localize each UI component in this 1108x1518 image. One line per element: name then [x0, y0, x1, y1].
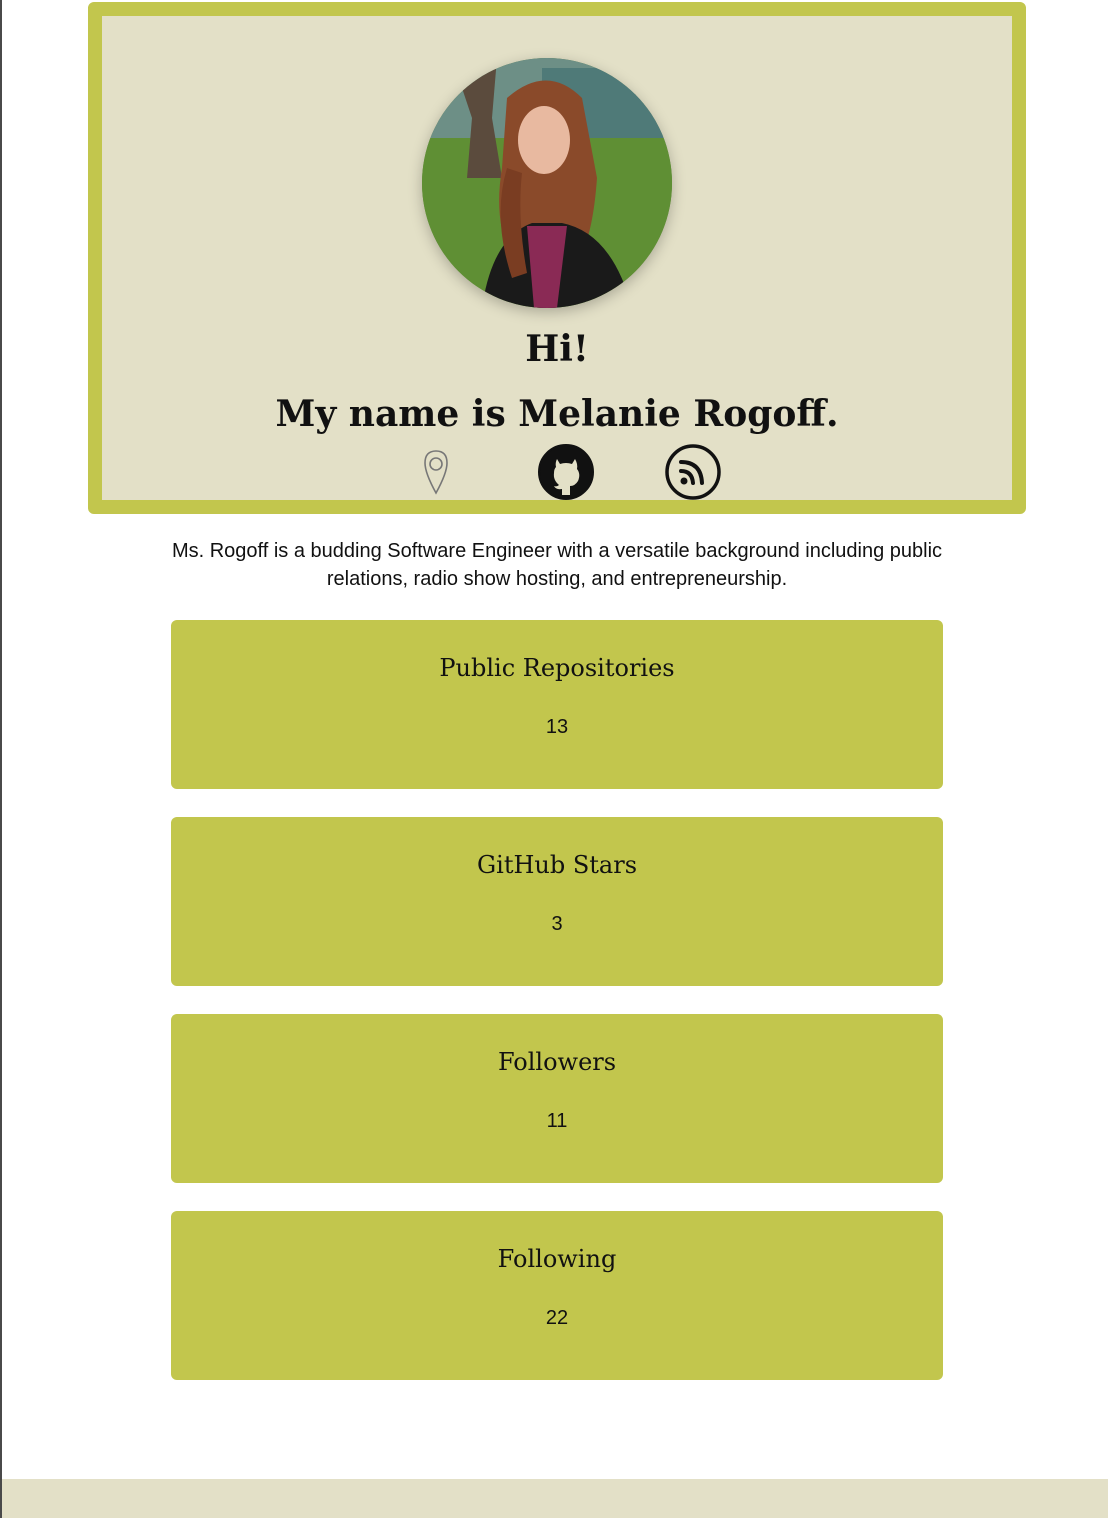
- name-heading: My name is Melanie Rogoff.: [275, 393, 839, 435]
- profile-header: Hi! My name is Melanie Rogoff.: [88, 2, 1026, 514]
- stat-card-public-repositories: Public Repositories 13: [171, 620, 943, 789]
- stat-card-following: Following 22: [171, 1211, 943, 1380]
- stat-title: Public Repositories: [439, 654, 675, 682]
- github-icon[interactable]: [537, 443, 595, 501]
- location-pin-icon[interactable]: [407, 443, 465, 501]
- page-footer: [2, 1479, 1108, 1518]
- stat-card-github-stars: GitHub Stars 3: [171, 817, 943, 986]
- stat-card-followers: Followers 11: [171, 1014, 943, 1183]
- stat-value: 22: [545, 1307, 569, 1329]
- stat-value: 13: [545, 716, 569, 738]
- social-links: [102, 443, 1012, 503]
- stat-title: Followers: [497, 1048, 617, 1076]
- profile-photo: [422, 58, 672, 308]
- greeting-text: Hi!: [525, 328, 589, 370]
- bio-text: Ms. Rogoff is a budding Software Enginee…: [171, 540, 943, 590]
- stat-value: 3: [551, 913, 563, 935]
- stat-title: GitHub Stars: [476, 851, 638, 879]
- stat-value: 11: [546, 1110, 568, 1132]
- rss-feed-icon[interactable]: [664, 443, 722, 501]
- stat-title: Following: [497, 1245, 617, 1273]
